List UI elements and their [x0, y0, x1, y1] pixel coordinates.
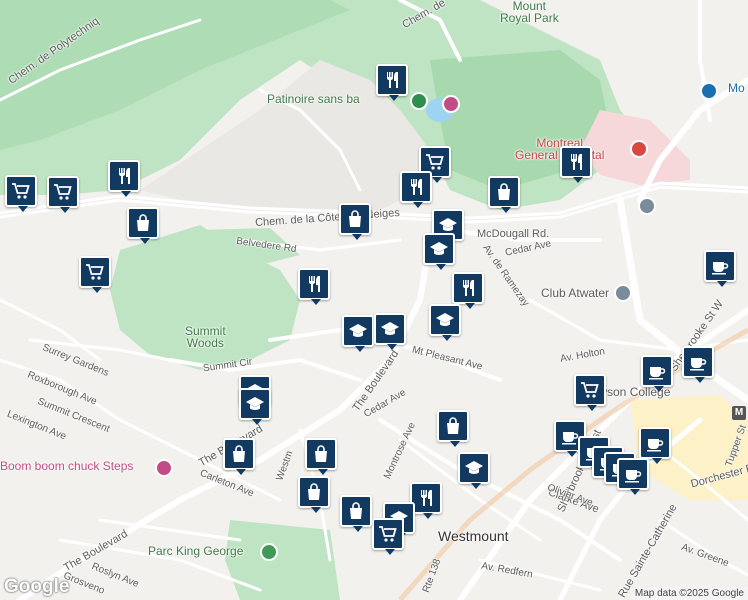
club-atwater-label: Club Atwater	[541, 286, 610, 300]
park-poi-pin[interactable]	[410, 92, 428, 110]
shopping-bag-icon[interactable]	[298, 476, 330, 513]
westmount-label: Westmount	[438, 528, 509, 544]
coffee-icon[interactable]	[682, 346, 714, 383]
coffee-icon[interactable]	[641, 355, 673, 392]
metro-station-icon[interactable]: M	[732, 406, 746, 420]
park-pin[interactable]	[260, 543, 278, 561]
map-canvas[interactable]: Mount Royal Park Patinoire sans ba Montr…	[0, 0, 748, 600]
coffee-icon[interactable]	[617, 458, 649, 495]
school-icon[interactable]	[239, 388, 271, 425]
restaurant-icon[interactable]	[108, 160, 140, 197]
coffee-icon[interactable]	[639, 427, 671, 464]
shopping-cart-icon[interactable]	[47, 176, 79, 213]
shopping-bag-icon[interactable]	[339, 203, 371, 240]
shopping-bag-icon[interactable]	[127, 207, 159, 244]
summit-woods-label: Summit Woods	[185, 324, 226, 350]
shopping-bag-icon[interactable]	[340, 495, 372, 532]
shopping-bag-icon[interactable]	[223, 438, 255, 475]
boom-boom-chuck-steps-label: Boom boom chuck Steps	[0, 459, 134, 473]
map-base-layer	[0, 0, 748, 600]
parc-king-george-area	[225, 520, 340, 600]
restaurant-icon[interactable]	[452, 272, 484, 309]
restaurant-icon[interactable]	[376, 64, 408, 101]
shopping-cart-icon[interactable]	[79, 256, 111, 293]
parc-king-george-label: Parc King George	[148, 544, 244, 558]
hospital-pin[interactable]	[630, 140, 648, 158]
school-icon[interactable]	[342, 315, 374, 352]
school-poi-pin[interactable]	[638, 197, 656, 215]
patinoire-label: Patinoire sans ba	[267, 92, 360, 106]
google-logo: Google	[4, 576, 70, 597]
camera-poi-pin[interactable]	[155, 459, 173, 477]
shopping-bag-icon[interactable]	[437, 410, 469, 447]
club-atwater-pin[interactable]	[614, 284, 632, 302]
restaurant-icon[interactable]	[298, 268, 330, 305]
metro-mo-label: Mo	[728, 81, 745, 95]
restaurant-icon[interactable]	[560, 146, 592, 183]
map-attribution[interactable]: Map data ©2025 Google	[630, 587, 748, 600]
coffee-icon[interactable]	[704, 250, 736, 287]
shopping-bag-icon[interactable]	[488, 176, 520, 213]
school-icon[interactable]	[458, 452, 490, 489]
camera-poi-pin-2[interactable]	[442, 95, 460, 113]
shopping-cart-icon[interactable]	[5, 175, 37, 212]
school-icon[interactable]	[429, 304, 461, 341]
shopping-cart-icon[interactable]	[372, 518, 404, 555]
school-icon[interactable]	[374, 313, 406, 350]
mount-royal-park-label: Mount Royal Park	[500, 0, 559, 25]
metro-poi-pin[interactable]	[700, 82, 718, 100]
mcdougall-rd-label: McDougall Rd.	[477, 228, 550, 240]
restaurant-icon[interactable]	[400, 171, 432, 208]
shopping-cart-icon[interactable]	[574, 374, 606, 411]
school-icon[interactable]	[423, 233, 455, 270]
shopping-bag-icon[interactable]	[305, 438, 337, 475]
